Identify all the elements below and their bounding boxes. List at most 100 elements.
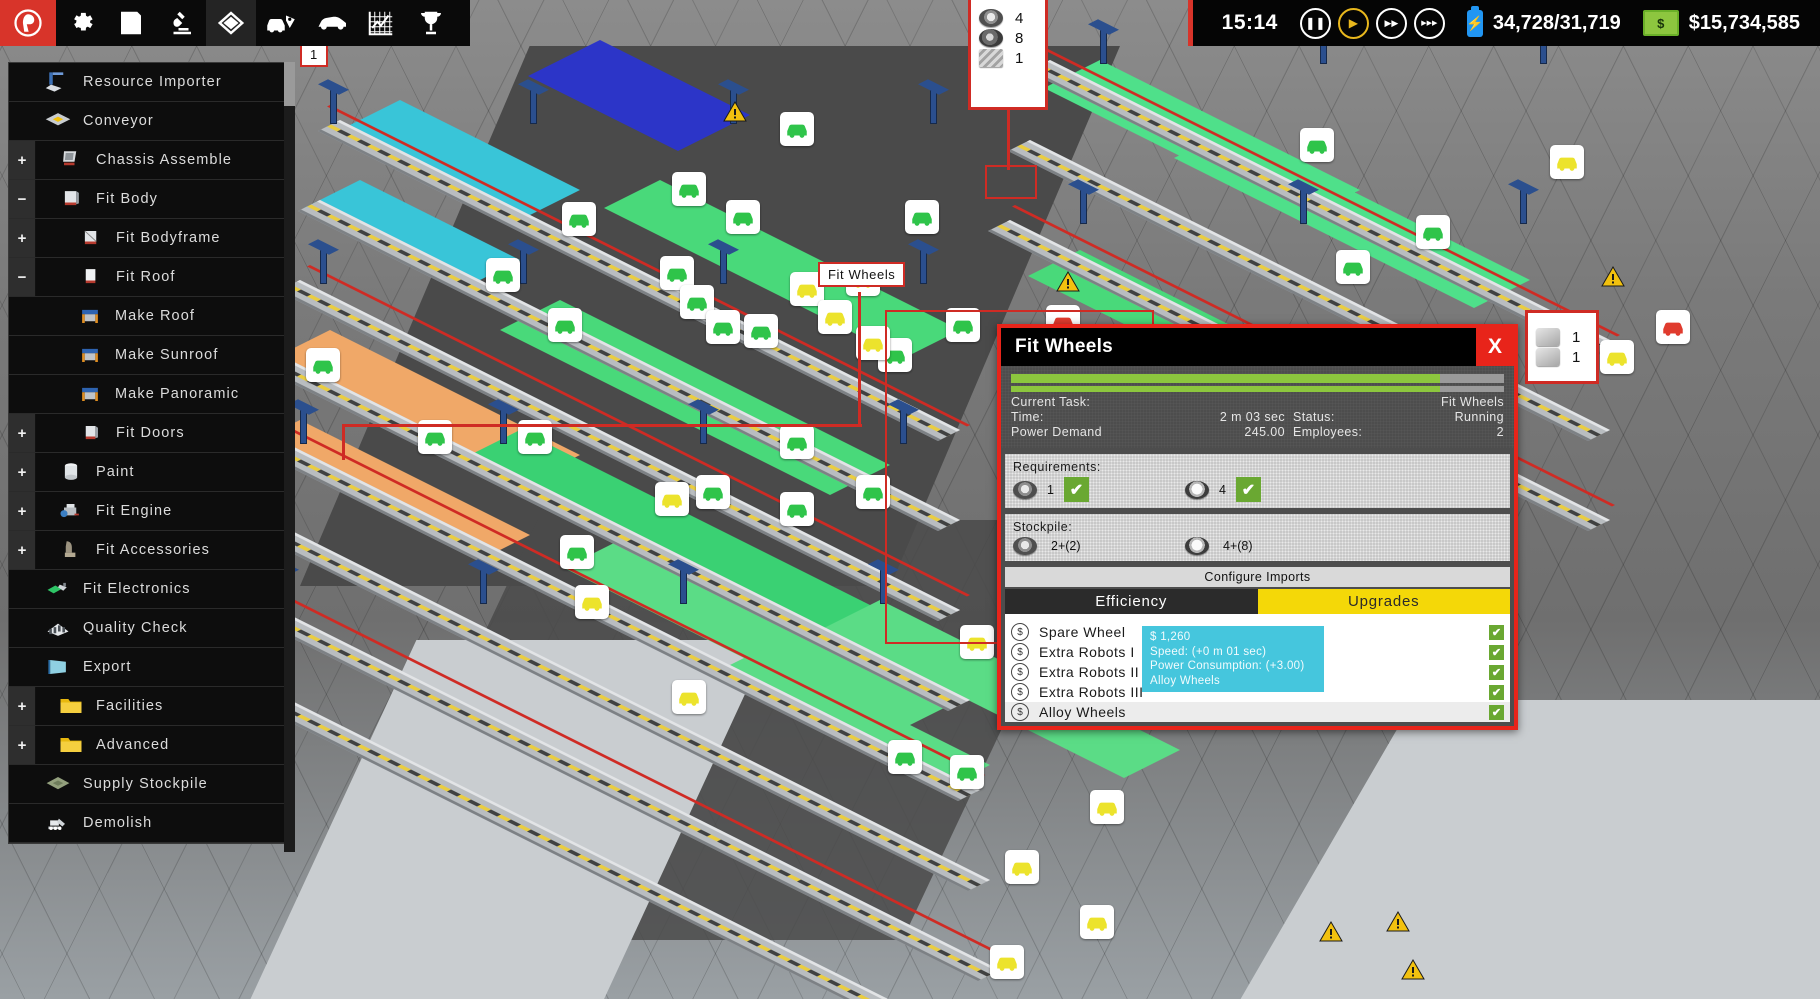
- ultra-speed-button[interactable]: ▶▶▶: [1414, 8, 1445, 39]
- sidebar-item-content[interactable]: Demolish: [35, 804, 291, 842]
- car-marker-yellow[interactable]: [990, 945, 1024, 979]
- tab-upgrades[interactable]: Upgrades: [1258, 589, 1511, 614]
- sidebar-item-content[interactable]: Fit Body: [36, 180, 291, 218]
- sidebar-item-content[interactable]: Make Roof: [35, 297, 291, 335]
- car-marker-yellow[interactable]: [672, 680, 706, 714]
- upgrade-check-icon[interactable]: ✔: [1489, 625, 1504, 640]
- sidebar-item-make-panoramic[interactable]: Make Panoramic: [9, 375, 291, 414]
- pause-button[interactable]: ❚❚: [1300, 8, 1331, 39]
- sidebar-item-fit-roof[interactable]: −Fit Roof: [9, 258, 291, 297]
- tab-efficiency[interactable]: Efficiency: [1005, 589, 1258, 614]
- upgrade-check-icon[interactable]: ✔: [1489, 685, 1504, 700]
- sidebar-item-facilities[interactable]: +Facilities: [9, 687, 291, 726]
- car-marker[interactable]: [726, 200, 760, 234]
- car-marker[interactable]: [706, 310, 740, 344]
- sidebar-item-resource-importer[interactable]: Resource Importer: [9, 63, 291, 102]
- sidebar-item-export[interactable]: Export: [9, 648, 291, 687]
- car-marker[interactable]: [560, 535, 594, 569]
- sidebar-item-fit-engine[interactable]: +Fit Engine: [9, 492, 291, 531]
- car-marker[interactable]: [780, 425, 814, 459]
- save-button[interactable]: [106, 0, 156, 46]
- fit-wheels-dialog[interactable]: Fit Wheels X Current Task:Fit WheelsTime…: [997, 324, 1518, 730]
- car-marker[interactable]: [1336, 250, 1370, 284]
- main-toolbar[interactable]: [0, 0, 470, 46]
- collapse-icon[interactable]: −: [9, 180, 36, 218]
- sidebar-item-content[interactable]: Make Panoramic: [35, 375, 291, 413]
- car-marker-yellow[interactable]: [1550, 145, 1584, 179]
- car-marker-yellow[interactable]: [1005, 850, 1039, 884]
- sidebar-item-content[interactable]: Paint: [36, 453, 291, 491]
- statistics-button[interactable]: [356, 0, 406, 46]
- sidebar-item-chassis-assemble[interactable]: +Chassis Assemble: [9, 141, 291, 180]
- car-marker[interactable]: [744, 314, 778, 348]
- car-marker[interactable]: [780, 492, 814, 526]
- sidebar-item-advanced[interactable]: +Advanced: [9, 726, 291, 765]
- car-marker[interactable]: [306, 348, 340, 382]
- vehicles-button[interactable]: [306, 0, 356, 46]
- car-marker[interactable]: [696, 475, 730, 509]
- sidebar-item-content[interactable]: Conveyor: [35, 102, 291, 140]
- sidebar-item-demolish[interactable]: Demolish: [9, 804, 291, 843]
- car-marker[interactable]: [888, 740, 922, 774]
- settings-button[interactable]: [56, 0, 106, 46]
- sidebar-item-fit-bodyframe[interactable]: +Fit Bodyframe: [9, 219, 291, 258]
- car-marker[interactable]: [562, 202, 596, 236]
- upgrades-list[interactable]: $Spare Wheel✔$Extra Robots I✔$Extra Robo…: [1005, 614, 1510, 722]
- car-marker[interactable]: [905, 200, 939, 234]
- research-button[interactable]: [156, 0, 206, 46]
- car-marker-red[interactable]: [1656, 310, 1690, 344]
- warning-icon[interactable]: [1318, 920, 1344, 944]
- expand-icon[interactable]: +: [9, 687, 36, 725]
- warning-icon[interactable]: [1385, 910, 1411, 934]
- upgrade-check-icon[interactable]: ✔: [1489, 665, 1504, 680]
- sidebar-item-fit-doors[interactable]: +Fit Doors: [9, 414, 291, 453]
- configure-imports-button[interactable]: Configure Imports: [1005, 567, 1510, 587]
- car-marker[interactable]: [548, 308, 582, 342]
- car-marker-yellow[interactable]: [1090, 790, 1124, 824]
- expand-icon[interactable]: +: [9, 531, 36, 569]
- sidebar-item-content[interactable]: Export: [35, 648, 291, 686]
- warning-icon[interactable]: [1055, 270, 1081, 294]
- sidebar-item-content[interactable]: Resource Importer: [35, 63, 291, 101]
- scrollbar-thumb[interactable]: [284, 62, 295, 106]
- sidebar-item-content[interactable]: Supply Stockpile: [35, 765, 291, 803]
- expand-icon[interactable]: +: [9, 726, 36, 764]
- expand-icon[interactable]: +: [9, 492, 36, 530]
- car-marker-yellow[interactable]: [575, 585, 609, 619]
- sidebar-item-make-roof[interactable]: Make Roof: [9, 297, 291, 336]
- awards-button[interactable]: [406, 0, 456, 46]
- car-marker[interactable]: [672, 172, 706, 206]
- car-marker-yellow[interactable]: [818, 300, 852, 334]
- sidebar-item-supply-stockpile[interactable]: Supply Stockpile: [9, 765, 291, 804]
- sidebar-item-content[interactable]: Chassis Assemble: [36, 141, 291, 179]
- car-marker[interactable]: [486, 258, 520, 292]
- sidebar-item-content[interactable]: Fit Engine: [36, 492, 291, 530]
- car-marker[interactable]: [1300, 128, 1334, 162]
- sidebar-item-fit-accessories[interactable]: +Fit Accessories: [9, 531, 291, 570]
- collapse-icon[interactable]: −: [9, 258, 36, 296]
- speed-controls[interactable]: ❚❚ ▶ ▶▶ ▶▶▶: [1300, 8, 1445, 39]
- build-button[interactable]: [206, 0, 256, 46]
- car-marker[interactable]: [1416, 215, 1450, 249]
- home-button[interactable]: [0, 0, 56, 46]
- sidebar-item-make-sunroof[interactable]: Make Sunroof: [9, 336, 291, 375]
- car-marker[interactable]: [780, 112, 814, 146]
- sidebar-item-content[interactable]: Make Sunroof: [35, 336, 291, 374]
- sidebar-item-content[interactable]: Fit Doors: [36, 414, 291, 452]
- warning-icon[interactable]: [1400, 958, 1426, 982]
- build-menu-scrollbar[interactable]: [284, 62, 295, 852]
- warning-icon[interactable]: [722, 100, 748, 124]
- upgrade-check-icon[interactable]: ✔: [1489, 645, 1504, 660]
- sidebar-item-content[interactable]: Fit Roof: [36, 258, 291, 296]
- sidebar-item-content[interactable]: Quality Check: [35, 609, 291, 647]
- sales-button[interactable]: [256, 0, 306, 46]
- build-menu[interactable]: Resource ImporterConveyor+Chassis Assemb…: [8, 62, 292, 844]
- upgrade-row[interactable]: $Alloy Wheels✔: [1005, 702, 1510, 722]
- sidebar-item-content[interactable]: Advanced: [36, 726, 291, 764]
- play-button[interactable]: ▶: [1338, 8, 1369, 39]
- sidebar-item-fit-electronics[interactable]: Fit Electronics: [9, 570, 291, 609]
- sidebar-item-content[interactable]: Facilities: [36, 687, 291, 725]
- expand-icon[interactable]: +: [9, 414, 36, 452]
- expand-icon[interactable]: +: [9, 141, 36, 179]
- warning-icon[interactable]: [1600, 265, 1626, 289]
